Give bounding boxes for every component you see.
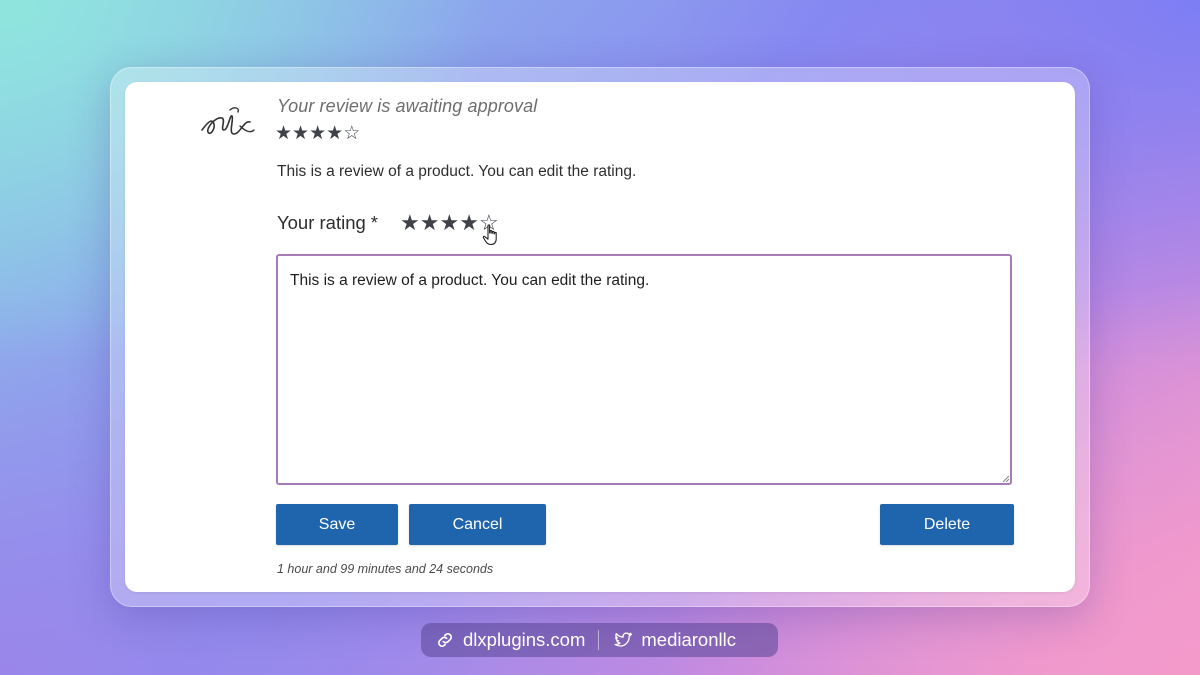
input-star-2-filled-icon[interactable]: ★ [420,212,440,234]
review-card: Your review is awaiting approval ★★★★☆ T… [125,82,1075,592]
signature-avatar [201,107,255,135]
rating-star-input[interactable]: ★★★★☆ [400,212,499,246]
timestamp: 1 hour and 99 minutes and 24 seconds [277,562,494,576]
save-button[interactable]: Save [276,504,398,545]
review-star-4-filled-icon: ★ [326,123,344,144]
hand-pointer-icon [482,224,497,246]
required-marker: * [370,212,378,233]
cancel-button[interactable]: Cancel [409,504,546,545]
website-link[interactable]: dlxplugins.com [421,629,585,651]
input-star-1-filled-icon[interactable]: ★ [400,212,420,234]
rating-field: Your rating * ★★★★☆ [277,212,499,246]
input-star-3-filled-icon[interactable]: ★ [439,212,459,234]
review-star-3-filled-icon: ★ [309,123,327,144]
link-icon [438,633,452,647]
footer-credits: dlxplugins.com mediaronllc [421,623,778,657]
website-text: dlxplugins.com [463,629,586,650]
review-rating-stars: ★★★★☆ [275,124,360,144]
awaiting-approval-notice: Your review is awaiting approval [277,96,538,116]
delete-button[interactable]: Delete [880,504,1014,545]
review-star-2-filled-icon: ★ [292,123,310,144]
twitter-bird-icon [614,632,633,647]
review-star-5-empty-icon: ☆ [343,123,361,144]
resize-handle-icon[interactable] [1001,474,1010,483]
rating-label: Your rating [277,212,366,233]
input-star-4-filled-icon[interactable]: ★ [459,212,479,234]
twitter-handle: mediaronllc [641,629,736,650]
twitter-link[interactable]: mediaronllc [599,629,736,651]
review-textarea[interactable] [276,254,1012,485]
review-star-1-filled-icon: ★ [275,123,293,144]
review-text: This is a review of a product. You can e… [277,163,637,180]
